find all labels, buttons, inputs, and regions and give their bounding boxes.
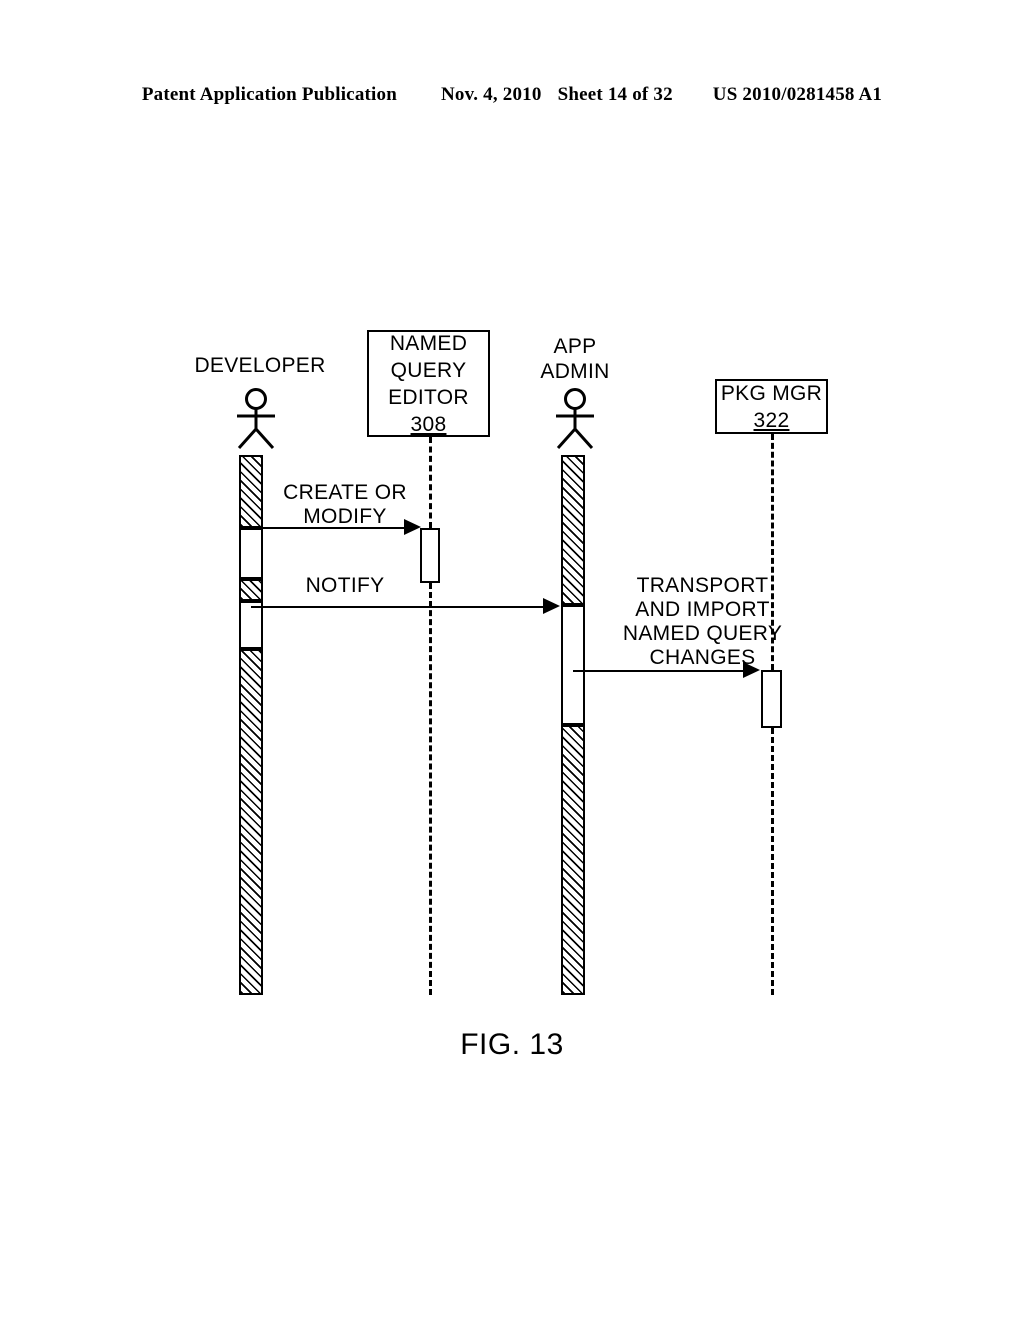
object-box-label-pkg-mgr: PKG MGR [720, 381, 823, 405]
message-line-create-or-modify [251, 527, 406, 529]
arrowhead-icon-notify [543, 598, 560, 614]
lifeline-named-query-editor-lower [429, 583, 432, 995]
object-box-named-query-editor[interactable]: NAMED QUERY EDITOR 308 [367, 330, 490, 437]
lifeline-pkg-mgr-lower [771, 728, 774, 995]
arrowhead-icon-transport-and-import [743, 662, 760, 678]
object-box-ref-named-query-editor: 308 [410, 412, 447, 436]
participant-label-app-admin: APP ADMIN [540, 335, 610, 383]
message-line-transport-and-import [573, 670, 745, 672]
object-box-ref-pkg-mgr: 322 [753, 408, 790, 432]
object-box-pkg-mgr[interactable]: PKG MGR 322 [715, 379, 828, 434]
message-label-transport-and-import: TRANSPORT AND IMPORT NAMED QUERY CHANGES [622, 574, 783, 669]
object-box-label-named-query-editor: NAMED QUERY EDITOR [388, 331, 469, 409]
message-label-notify: NOTIFY [305, 574, 385, 597]
participant-label-developer: DEVELOPER [194, 354, 326, 377]
lifeline-developer-activation-2 [239, 601, 263, 649]
lifeline-app-admin-segment-2 [561, 725, 585, 995]
activation-pkg-mgr [761, 670, 782, 728]
sequence-diagram: DEVELOPER NAMED QUERY EDITOR 308 APP ADM… [0, 0, 1024, 1320]
figure-caption: FIG. 13 [460, 1028, 564, 1061]
actor-icon-developer [228, 388, 284, 450]
actor-icon-app-admin [547, 388, 603, 450]
arrowhead-icon-create-or-modify [404, 519, 421, 535]
message-line-notify [251, 606, 545, 608]
lifeline-developer-activation-1 [239, 528, 263, 579]
lifeline-developer-segment-3 [239, 649, 263, 995]
